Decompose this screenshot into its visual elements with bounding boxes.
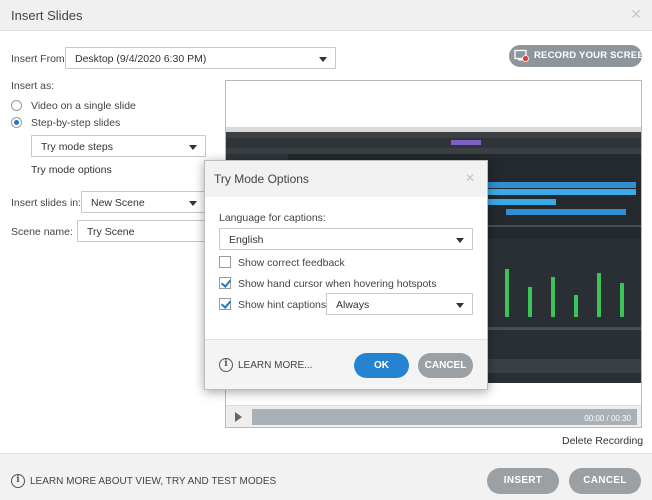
chevron-down-icon xyxy=(319,57,327,62)
try-mode-options-dialog: Try Mode Options ✕ Language for captions… xyxy=(204,160,488,390)
show-correct-feedback-checkbox[interactable] xyxy=(219,256,231,268)
playback-bar: 00:00 / 00:30 xyxy=(226,405,641,427)
chevron-down-icon xyxy=(456,303,464,308)
learn-more-modes-link[interactable]: LEARN MORE ABOUT VIEW, TRY AND TEST MODE… xyxy=(30,476,276,487)
language-value: English xyxy=(229,234,264,246)
try-mode-options-title: Try Mode Options xyxy=(214,172,309,186)
playback-time: 00:00 / 00:30 xyxy=(584,414,631,423)
show-hand-cursor-label[interactable]: Show hand cursor when hovering hotspots xyxy=(238,278,436,290)
record-your-screen-button[interactable]: RECORD YOUR SCREEN xyxy=(509,45,651,67)
hint-captions-mode-value: Always xyxy=(336,299,370,311)
insert-slides-in-select[interactable]: New Scene xyxy=(81,191,206,213)
close-icon[interactable]: ✕ xyxy=(465,171,475,185)
show-hint-captions-label[interactable]: Show hint captions xyxy=(238,299,326,311)
title-bar: Insert Slides ✕ xyxy=(0,0,652,31)
show-hand-cursor-checkbox[interactable] xyxy=(219,277,231,289)
language-captions-label: Language for captions: xyxy=(219,212,326,224)
chevron-down-icon xyxy=(189,201,197,206)
ok-button[interactable]: OK xyxy=(354,353,409,378)
dialog-footer: i LEARN MORE ABOUT VIEW, TRY AND TEST MO… xyxy=(0,453,652,500)
insert-button[interactable]: INSERT xyxy=(487,468,559,494)
scene-name-value: Try Scene xyxy=(87,226,135,238)
dialog-learn-more-link[interactable]: LEARN MORE... xyxy=(238,360,312,371)
show-correct-feedback-label[interactable]: Show correct feedback xyxy=(238,257,345,269)
try-mode-steps-value: Try mode steps xyxy=(41,141,113,153)
radio-video-single-slide[interactable] xyxy=(11,100,22,111)
insert-slides-in-value: New Scene xyxy=(91,197,145,209)
chevron-down-icon xyxy=(189,145,197,150)
language-select[interactable]: English xyxy=(219,228,473,250)
insert-from-value: Desktop (9/4/2020 6:30 PM) xyxy=(75,53,207,65)
playback-scrubber[interactable]: 00:00 / 00:30 xyxy=(252,409,637,425)
radio-step-by-step-label[interactable]: Step-by-step slides xyxy=(31,117,120,129)
record-screen-icon xyxy=(514,49,529,62)
chevron-down-icon xyxy=(456,238,464,243)
play-icon[interactable] xyxy=(235,412,242,422)
hint-captions-mode-select[interactable]: Always xyxy=(326,293,473,315)
try-mode-steps-select[interactable]: Try mode steps xyxy=(31,135,206,157)
insert-as-label: Insert as: xyxy=(11,80,55,92)
window-title: Insert Slides xyxy=(11,8,83,23)
insert-from-label: Insert From: xyxy=(11,53,68,65)
try-mode-options-footer: i LEARN MORE... OK CANCEL xyxy=(205,339,487,389)
scene-name-label: Scene name: xyxy=(11,226,73,238)
try-mode-options-header: Try Mode Options ✕ xyxy=(205,161,487,197)
record-your-screen-label: RECORD YOUR SCREEN xyxy=(534,50,651,61)
show-hint-captions-checkbox[interactable] xyxy=(219,298,231,310)
insert-from-select[interactable]: Desktop (9/4/2020 6:30 PM) xyxy=(65,47,336,69)
dialog-cancel-button[interactable]: CANCEL xyxy=(418,353,473,378)
info-icon: i xyxy=(11,474,25,488)
insert-slides-in-label: Insert slides in: xyxy=(11,197,82,209)
radio-step-by-step[interactable] xyxy=(11,117,22,128)
delete-recording-link[interactable]: Delete Recording xyxy=(562,435,643,447)
scene-name-input[interactable]: Try Scene xyxy=(77,220,206,242)
cancel-button[interactable]: CANCEL xyxy=(569,468,641,494)
info-icon: i xyxy=(219,358,233,372)
radio-video-single-slide-label[interactable]: Video on a single slide xyxy=(31,100,136,112)
close-icon[interactable]: ✕ xyxy=(630,6,642,23)
try-mode-options-link[interactable]: Try mode options xyxy=(31,164,112,176)
